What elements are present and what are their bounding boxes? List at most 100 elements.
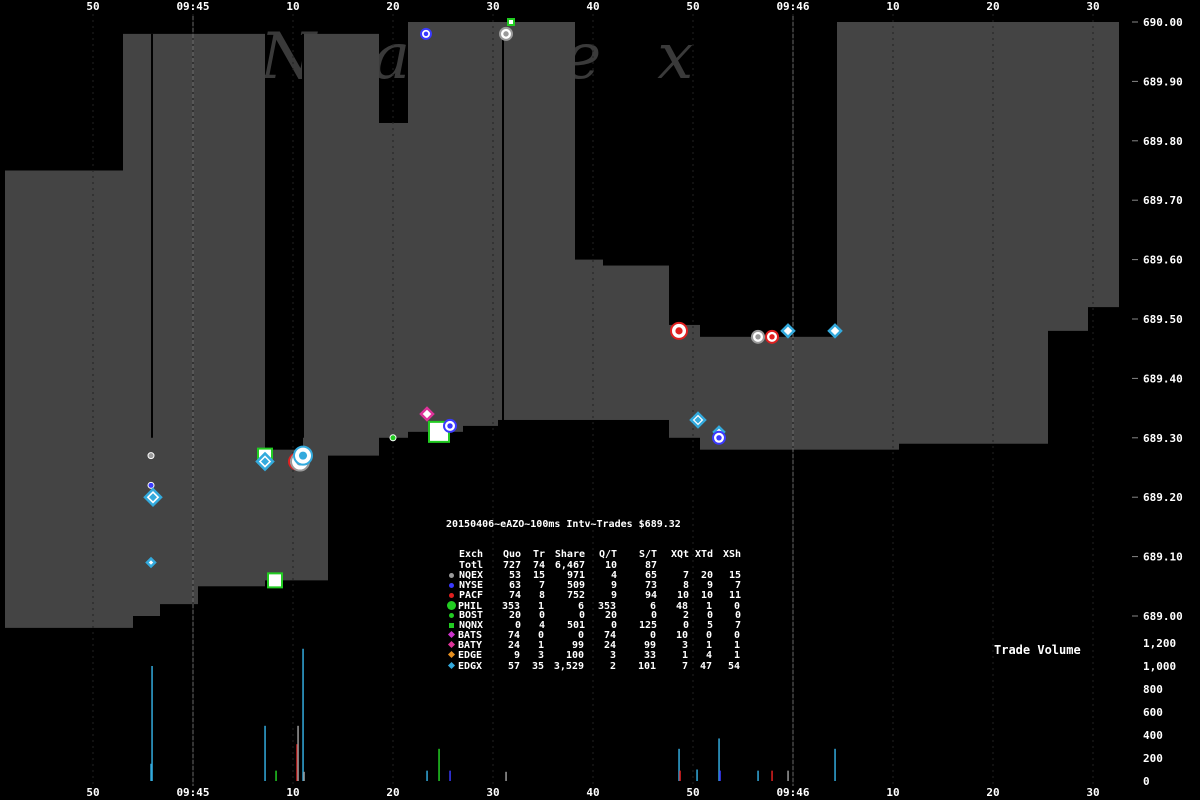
stats-cell: XTd [694, 549, 713, 561]
exchange-marker-icon [447, 600, 456, 610]
trade-marker [147, 481, 155, 489]
trade-marker-core [716, 435, 722, 441]
stats-row: BATS 74 0 0 74 0 10 0 0 [446, 631, 741, 641]
stats-row: NYSE 63 7 509 9 73 8 9 7 [446, 580, 741, 591]
volume-bar [302, 648, 304, 781]
time-tick-label-top: 50 [86, 0, 99, 13]
volume-bar [787, 770, 789, 781]
volume-bar [834, 748, 836, 781]
volume-tick-label: 1,200 [1143, 637, 1176, 650]
price-tick-label: 689.70 [1143, 194, 1183, 207]
volume-tick-label: 1,000 [1143, 660, 1176, 673]
time-tick-label-bottom: 30 [486, 786, 499, 799]
spread-segment [899, 22, 1021, 444]
stats-cell: 10 [700, 589, 713, 601]
exchange-stats-table: 20150406~eAZO~100ms Intv~Trades $689.32 … [446, 500, 741, 682]
time-tick-label-top: 40 [586, 0, 599, 13]
price-axis: 689.00 689.10 689.20 689.30 689.40 689.50 689.… [1132, 16, 1183, 623]
spread-segment [408, 22, 463, 432]
stats-cell: 3 [537, 650, 544, 662]
price-tick-label: 689.90 [1143, 75, 1183, 88]
stats-cell: 101 [637, 660, 656, 672]
stats-row: EDGE 9 3 100 3 33 1 4 1 [446, 651, 741, 661]
spread-segment [837, 22, 899, 450]
time-tick-label-bottom: 10 [286, 786, 299, 799]
stats-cell: XSh [722, 549, 741, 561]
time-tick-label-bottom: 20 [386, 786, 399, 799]
spread-segment [303, 33, 328, 581]
price-tick-label: 689.30 [1143, 432, 1183, 445]
stats-cell: 752 [566, 589, 585, 601]
trade-marker [389, 434, 397, 442]
spread-segment [603, 265, 669, 420]
volume-bar [757, 770, 759, 781]
time-tick-label-top: 09:45 [176, 0, 209, 13]
stats-cell: 94 [644, 589, 657, 601]
volume-bar [438, 748, 440, 781]
volume-bar [150, 763, 152, 781]
spread-segment [463, 22, 498, 426]
spread-segment [5, 170, 123, 628]
exchange-marker-icon [447, 651, 456, 659]
stats-cell: 9 [513, 650, 520, 662]
time-tick-label-bottom: 50 [86, 786, 99, 799]
stats-cell: 4 [705, 650, 712, 662]
time-tick-label-top: 10 [286, 0, 299, 13]
volume-bar [303, 771, 305, 781]
time-tick-label-bottom: 10 [886, 786, 899, 799]
price-tick-label: 689.60 [1143, 254, 1183, 267]
price-tick-label: 690.00 [1143, 16, 1183, 29]
stats-row: EDGX 57 35 3,529 2 101 7 47 54 [446, 660, 741, 672]
volume-tick-label: 800 [1143, 683, 1163, 696]
exchange-marker-icon [447, 661, 456, 669]
exchange-marker-icon [449, 613, 454, 619]
trade-marker-core [503, 31, 509, 37]
trade-marker-core [675, 327, 683, 335]
stats-row: PHIL 353 1 6 353 6 48 1 0 [446, 600, 741, 612]
exchange-marker-icon [449, 582, 454, 588]
volume-tick-label: 400 [1143, 729, 1163, 742]
stats-cell: 47 [699, 660, 712, 672]
trade-marker [147, 452, 155, 460]
time-tick-label-top: 20 [986, 0, 999, 13]
time-tick-label-top: 10 [886, 0, 899, 13]
time-tick-label-top: 09:46 [776, 0, 809, 13]
stats-row: NQEX 53 15 971 4 65 7 20 15 [446, 570, 741, 581]
time-tick-label-bottom: 09:45 [176, 786, 209, 799]
price-tick-label: 689.10 [1143, 551, 1183, 564]
stats-cell: 3,529 [553, 660, 584, 672]
volume-tick-label: 0 [1143, 775, 1150, 788]
price-tick-label: 689.40 [1143, 372, 1183, 385]
trade-marker-core [755, 334, 761, 340]
time-tick-label-bottom: 50 [686, 786, 699, 799]
volume-chart-title: Trade Volume [994, 643, 1081, 657]
spread-segment [328, 33, 379, 456]
stats-cell: 33 [643, 650, 656, 662]
volume-bar [505, 771, 507, 781]
time-tick-label-bottom: 40 [586, 786, 599, 799]
spread-segment [123, 33, 133, 628]
stats-cell: 54 [727, 660, 740, 672]
stats-cell: 1 [681, 650, 688, 662]
spread-segment [223, 33, 265, 587]
stats-cell: 9 [610, 589, 617, 601]
time-tick-label-top: 20 [386, 0, 399, 13]
trade-marker-core [423, 31, 429, 37]
exchange-marker-icon [449, 623, 454, 629]
stats-cell: 57 [507, 660, 520, 672]
stats-rows: Exch Quo Tr Share Q/T S/T XQt XTd XSh Totl 727 74 6,… [446, 550, 741, 671]
time-axis-bottom: 50 09:45 10 20 30 40 50 09:46 10 20 30 [86, 786, 1099, 799]
time-tick-label-bottom: 09:46 [776, 786, 809, 799]
trade-marker-core [447, 423, 453, 429]
stats-cell: 1 [733, 650, 740, 662]
spread-segment [160, 33, 198, 605]
stats-cell: 100 [565, 650, 584, 662]
stats-row: PACF 74 8 752 9 94 10 10 11 [446, 589, 741, 601]
trade-marker [507, 18, 515, 26]
price-tick-label: 689.00 [1143, 610, 1183, 623]
stats-title: 20150406~eAZO~100ms Intv~Trades $689.32 [446, 519, 681, 531]
volume-tick-label: 600 [1143, 706, 1163, 719]
stats-cell: XQt [670, 549, 689, 561]
time-tick-label-bottom: 30 [1086, 786, 1099, 799]
time-tick-label-bottom: 20 [986, 786, 999, 799]
